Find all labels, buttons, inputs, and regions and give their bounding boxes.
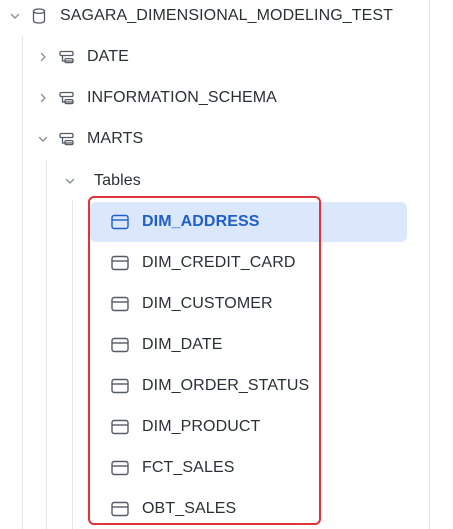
tree-item-schema-information-schema[interactable]: INFORMATION_SCHEMA: [36, 85, 277, 111]
tree-guide-line: [22, 36, 23, 529]
schema-name: INFORMATION_SCHEMA: [87, 89, 277, 106]
panel-divider: [429, 0, 430, 529]
tree-guide-line: [72, 200, 73, 529]
database-name: SAGARA_DIMENSIONAL_MODELING_TEST: [60, 7, 394, 24]
chevron-right-icon[interactable]: [36, 50, 50, 64]
highlight-box: [88, 196, 321, 525]
chevron-down-icon[interactable]: [63, 174, 77, 188]
tree-item-tables-folder[interactable]: Tables: [63, 168, 141, 194]
schema-name: MARTS: [87, 130, 144, 147]
chevron-down-icon[interactable]: [8, 9, 22, 23]
tree-item-schema-marts[interactable]: MARTS: [36, 126, 143, 152]
tree-item-database[interactable]: SAGARA_DIMENSIONAL_MODELING_TEST: [8, 3, 393, 29]
schema-icon: [59, 91, 75, 105]
chevron-right-icon[interactable]: [36, 91, 50, 105]
schema-icon: [59, 50, 75, 64]
chevron-down-icon[interactable]: [36, 132, 50, 146]
schema-icon: [59, 132, 75, 146]
schema-name: DATE: [87, 48, 129, 65]
folder-name: Tables: [94, 172, 141, 189]
tree-item-schema-date[interactable]: DATE: [36, 44, 129, 70]
database-icon: [32, 8, 46, 24]
tree-guide-line: [46, 160, 47, 529]
